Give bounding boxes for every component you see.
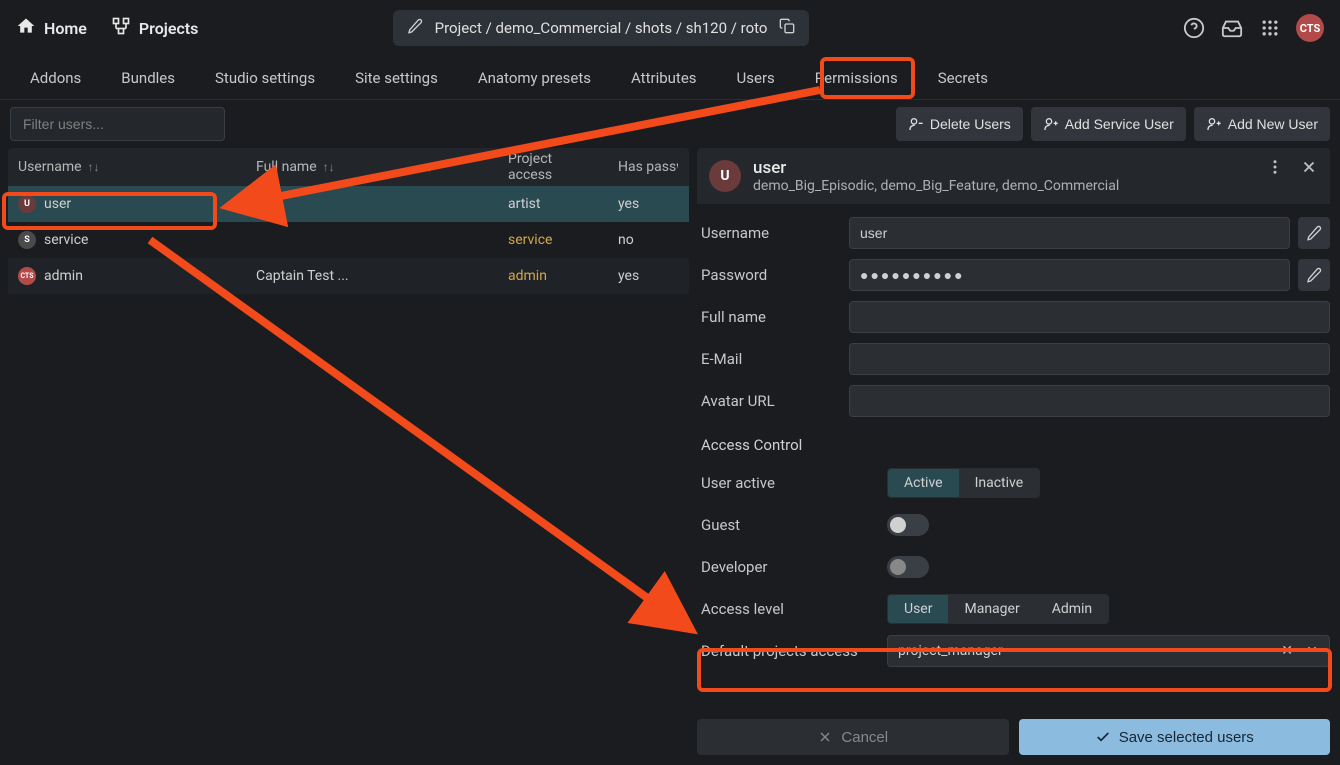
home-label: Home [44, 19, 87, 38]
projects-label: Projects [139, 19, 199, 38]
fullname-label: Full name [697, 308, 841, 326]
person-add-icon [1206, 116, 1222, 132]
inactive-option[interactable]: Inactive [959, 469, 1040, 497]
user-avatar[interactable]: CTS [1296, 14, 1324, 42]
delete-users-button[interactable]: Delete Users [896, 107, 1023, 141]
password-input[interactable] [849, 259, 1290, 291]
user-active-toggle[interactable]: Active Inactive [887, 468, 1040, 498]
home-icon [16, 16, 36, 40]
level-user-option[interactable]: User [888, 595, 948, 623]
col-access[interactable]: Project access [498, 151, 608, 183]
level-admin-option[interactable]: Admin [1036, 595, 1108, 623]
detail-avatar: U [709, 160, 741, 192]
username-label: Username [697, 224, 841, 242]
tab-anatomy-presets[interactable]: Anatomy presets [478, 65, 591, 91]
developer-switch[interactable] [887, 556, 929, 578]
sort-icon: ↑↓ [421, 160, 433, 174]
filter-users-input[interactable] [10, 107, 225, 141]
add-new-user-button[interactable]: Add New User [1194, 107, 1330, 141]
tab-permissions[interactable]: Permissions [815, 65, 898, 91]
row-avatar: S [18, 231, 36, 249]
person-remove-icon [908, 116, 924, 132]
table-row[interactable]: Uuser artist yes [8, 186, 689, 222]
col-email[interactable]: Email↑↓ [370, 159, 498, 175]
guest-switch[interactable] [887, 514, 929, 536]
level-manager-option[interactable]: Manager [948, 595, 1035, 623]
edit-username-button[interactable] [1298, 217, 1330, 249]
table-row[interactable]: Sservice service no [8, 222, 689, 258]
tab-studio-settings[interactable]: Studio settings [215, 65, 315, 91]
detail-subtitle: demo_Big_Episodic, demo_Big_Feature, dem… [753, 178, 1254, 194]
access-level-label: Access level [697, 600, 887, 618]
breadcrumb-text: Project / demo_Commercial / shots / sh12… [435, 19, 768, 37]
col-fullname[interactable]: Full name↑↓ [246, 159, 370, 175]
row-avatar: CTS [18, 267, 36, 285]
row-avatar: U [18, 195, 36, 213]
save-button[interactable]: Save selected users [1019, 719, 1331, 755]
edit-icon [407, 18, 423, 38]
sort-icon: ↑↓ [323, 160, 335, 174]
person-add-icon [1043, 116, 1059, 132]
projects-link[interactable]: Projects [111, 16, 199, 40]
home-link[interactable]: Home [16, 16, 87, 40]
table-row[interactable]: CTSadmin Captain Test ... admin yes [8, 258, 689, 294]
add-service-user-button[interactable]: Add Service User [1031, 107, 1186, 141]
tab-addons[interactable]: Addons [30, 65, 81, 91]
breadcrumb[interactable]: Project / demo_Commercial / shots / sh12… [393, 10, 810, 46]
projects-icon [111, 16, 131, 40]
chevron-down-icon [1305, 642, 1319, 660]
avatar-url-label: Avatar URL [697, 392, 841, 410]
default-access-label: Default projects access [697, 642, 887, 660]
username-input[interactable] [849, 217, 1290, 249]
tab-attributes[interactable]: Attributes [631, 65, 697, 91]
col-username[interactable]: Username↑↓ [8, 159, 246, 175]
more-icon[interactable] [1266, 158, 1284, 180]
detail-title: user [753, 158, 1254, 178]
default-access-select[interactable]: project_manager ✕ [887, 635, 1330, 667]
email-input[interactable] [849, 343, 1330, 375]
tab-site-settings[interactable]: Site settings [355, 65, 438, 91]
inbox-icon[interactable] [1220, 16, 1244, 40]
clear-icon[interactable]: ✕ [1277, 643, 1297, 659]
tab-bundles[interactable]: Bundles [121, 65, 175, 91]
close-icon [817, 729, 833, 745]
active-option[interactable]: Active [888, 469, 959, 497]
user-active-label: User active [697, 474, 887, 492]
help-icon[interactable] [1182, 16, 1206, 40]
developer-label: Developer [697, 558, 887, 576]
email-label: E-Mail [697, 350, 841, 368]
cancel-button[interactable]: Cancel [697, 719, 1009, 755]
close-icon[interactable] [1300, 158, 1318, 180]
access-control-title: Access Control [697, 422, 1330, 462]
tab-users[interactable]: Users [737, 65, 775, 91]
edit-password-button[interactable] [1298, 259, 1330, 291]
check-icon [1095, 729, 1111, 745]
fullname-input[interactable] [849, 301, 1330, 333]
guest-label: Guest [697, 516, 887, 534]
table-header: Username↑↓ Full name↑↓ Email↑↓ Project a… [8, 148, 689, 186]
sort-icon: ↑↓ [88, 160, 100, 174]
col-password[interactable]: Has password [608, 159, 688, 175]
apps-icon[interactable] [1258, 16, 1282, 40]
avatar-url-input[interactable] [849, 385, 1330, 417]
copy-icon[interactable] [779, 18, 795, 38]
tab-secrets[interactable]: Secrets [938, 65, 988, 91]
password-label: Password [697, 266, 841, 284]
access-level-toggle[interactable]: User Manager Admin [887, 594, 1109, 624]
